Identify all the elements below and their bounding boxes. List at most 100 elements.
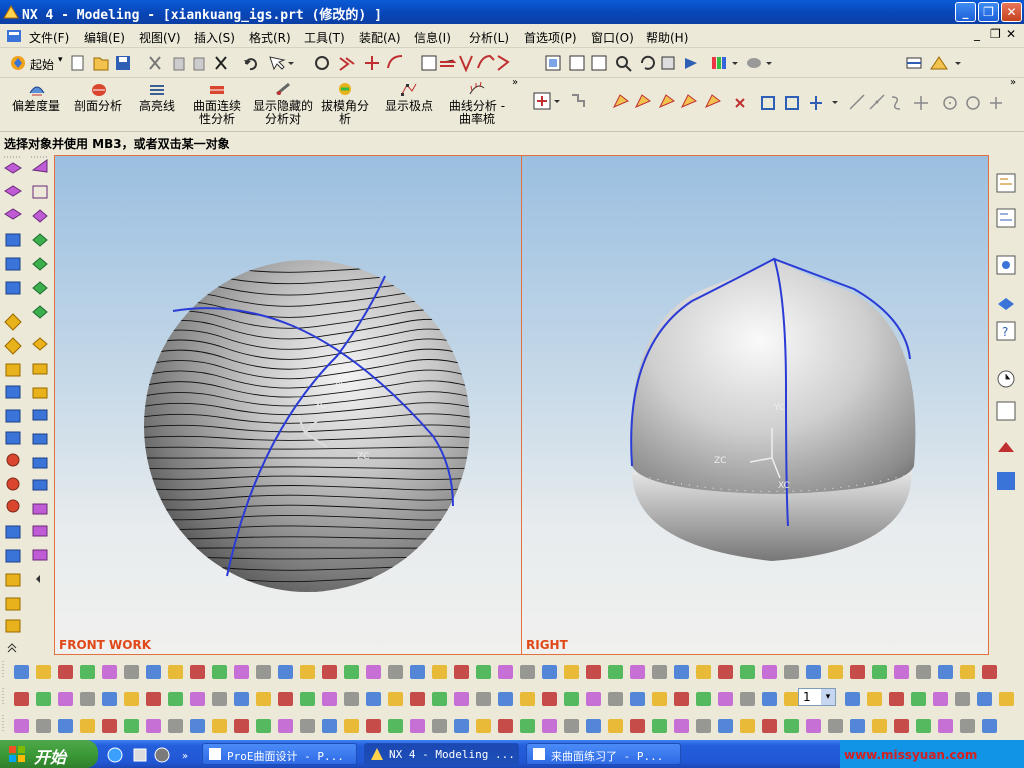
toolbar-tool-icon[interactable] [872, 665, 887, 679]
toolbar-tool-icon[interactable] [388, 665, 403, 679]
toolbar-tool-icon[interactable] [894, 665, 909, 679]
toolbar-tool-icon[interactable] [14, 692, 29, 706]
toolbar-tool-icon[interactable] [520, 719, 535, 733]
doc-close-button[interactable]: ✕ [1006, 27, 1016, 41]
toolbar-tool-icon[interactable] [36, 719, 51, 733]
toolbar-tool-icon[interactable] [388, 719, 403, 733]
toolbar-tool-icon[interactable] [564, 719, 579, 733]
chevron-down-icon[interactable]: ▾ [821, 689, 835, 705]
toolbar-tool-icon[interactable] [850, 665, 865, 679]
toolbar-tool-icon[interactable] [889, 692, 904, 706]
toolbar-tool-icon[interactable] [14, 665, 29, 679]
toolbar-tool-icon[interactable] [806, 719, 821, 733]
toolbar-tool-icon[interactable] [102, 665, 117, 679]
toolbar-tool-icon[interactable] [652, 719, 667, 733]
menu-view[interactable]: 视图(V) [139, 29, 181, 46]
toolbar-tool-icon[interactable] [762, 719, 777, 733]
toolbar-tool-icon[interactable] [80, 665, 95, 679]
toolbar-tool-icon[interactable] [168, 692, 183, 706]
toolbar-tool-icon[interactable] [718, 719, 733, 733]
toolbar-tool-icon[interactable] [977, 692, 992, 706]
toolbar-tool-icon[interactable] [366, 692, 381, 706]
menu-help[interactable]: 帮助(H) [646, 29, 688, 46]
toolbar-tool-icon[interactable] [432, 665, 447, 679]
toolbar-tool-icon[interactable] [476, 692, 491, 706]
toolbar-tool-icon[interactable] [982, 665, 997, 679]
toolbar-tool-icon[interactable] [630, 719, 645, 733]
toolbar-tool-icon[interactable] [102, 719, 117, 733]
toolbar-tool-icon[interactable] [256, 665, 271, 679]
toolbar-tool-icon[interactable] [916, 719, 931, 733]
toolbar-tool-icon[interactable] [608, 692, 623, 706]
toolbar-tool-icon[interactable] [828, 665, 843, 679]
menu-format[interactable]: 格式(R) [249, 29, 291, 46]
menu-file[interactable]: 文件(F) [29, 29, 69, 46]
toolbar-tool-icon[interactable] [344, 665, 359, 679]
show-poles-button[interactable]: 显示极点 [380, 79, 438, 127]
toolbar-tool-icon[interactable] [344, 719, 359, 733]
toolbar-tool-icon[interactable] [520, 692, 535, 706]
deviation-measure-button[interactable]: 偏差度量 [6, 79, 66, 127]
toolbar-tool-icon[interactable] [872, 719, 887, 733]
menu-information[interactable]: 信息(I) [414, 29, 451, 46]
toolbar-tool-icon[interactable] [454, 692, 469, 706]
toolbar-tool-icon[interactable] [498, 665, 513, 679]
menu-edit[interactable]: 编辑(E) [84, 29, 125, 46]
toolbar-tool-icon[interactable] [190, 665, 205, 679]
toolbar-tool-icon[interactable] [740, 692, 755, 706]
menu-analysis[interactable]: 分析(L) [469, 29, 509, 46]
toolbar-tool-icon[interactable] [718, 692, 733, 706]
toolbar-tool-icon[interactable] [696, 692, 711, 706]
toolbar-tool-icon[interactable] [718, 665, 733, 679]
toolbar-tool-icon[interactable] [190, 692, 205, 706]
dome-model[interactable] [522, 156, 988, 654]
task-nx-modeling[interactable]: NX 4 - Modeling ... [364, 743, 519, 765]
toolbar-tool-icon[interactable] [608, 719, 623, 733]
toolbar-tool-icon[interactable] [124, 692, 139, 706]
toolbar-tool-icon[interactable] [850, 719, 865, 733]
toolbar-tool-icon[interactable] [80, 719, 95, 733]
toolbar-tool-icon[interactable] [58, 665, 73, 679]
viewport-front[interactable]: XC YC ZC FRONT WORK [54, 155, 522, 655]
curvature-comb-button[interactable]: 曲线分析 - 曲率梳 [444, 79, 510, 127]
toolbar-tool-icon[interactable] [498, 692, 513, 706]
toolbar-tool-icon[interactable] [36, 692, 51, 706]
start-button[interactable]: 起始 [30, 56, 54, 73]
toolbar-tool-icon[interactable] [256, 692, 271, 706]
toolbar-tool-icon[interactable] [300, 665, 315, 679]
toolbar-tool-icon[interactable] [911, 692, 926, 706]
toolbar-tool-icon[interactable] [58, 692, 73, 706]
toolbar-overflow-icon[interactable]: » [512, 77, 518, 88]
toolbar-tool-icon[interactable] [916, 665, 931, 679]
sphere-model[interactable] [55, 156, 521, 654]
toolbar-tool-icon[interactable] [410, 692, 425, 706]
toolbar-tool-icon[interactable] [168, 665, 183, 679]
toolbar-tool-icon[interactable] [608, 665, 623, 679]
toolbar-tool-icon[interactable] [278, 665, 293, 679]
toolbar-tool-icon[interactable] [542, 665, 557, 679]
toolbar-tool-icon[interactable] [146, 665, 161, 679]
toolbar-tool-icon[interactable] [784, 665, 799, 679]
menu-tools[interactable]: 工具(T) [304, 29, 345, 46]
toolbar-tool-icon[interactable] [146, 719, 161, 733]
toolbar-tool-icon[interactable] [542, 692, 557, 706]
doc-minimize-button[interactable]: _ [974, 27, 980, 41]
draft-analysis-button[interactable]: 拔模角分析 [316, 79, 374, 127]
toolbar-tool-icon[interactable] [234, 719, 249, 733]
toolbar-tool-icon[interactable] [322, 719, 337, 733]
toolbar-tool-icon[interactable] [652, 665, 667, 679]
toolbar-tool-icon[interactable] [845, 692, 860, 706]
toolbar-tool-icon[interactable] [586, 692, 601, 706]
task-proe-design[interactable]: ProE曲面设计 - P... [202, 743, 357, 765]
toolbar-tool-icon[interactable] [784, 719, 799, 733]
surface-continuity-button[interactable]: 曲面连续性分析 [188, 79, 246, 127]
toolbar-tool-icon[interactable] [146, 692, 161, 706]
toolbar-tool-icon[interactable] [278, 692, 293, 706]
toolbar-tool-icon[interactable] [740, 719, 755, 733]
toolbar-tool-icon[interactable] [652, 692, 667, 706]
toolbar-tool-icon[interactable] [999, 692, 1014, 706]
minimize-button[interactable]: _ [955, 2, 976, 22]
toolbar-tool-icon[interactable] [212, 692, 227, 706]
toolbar-tool-icon[interactable] [432, 719, 447, 733]
toolbar-tool-icon[interactable] [630, 665, 645, 679]
